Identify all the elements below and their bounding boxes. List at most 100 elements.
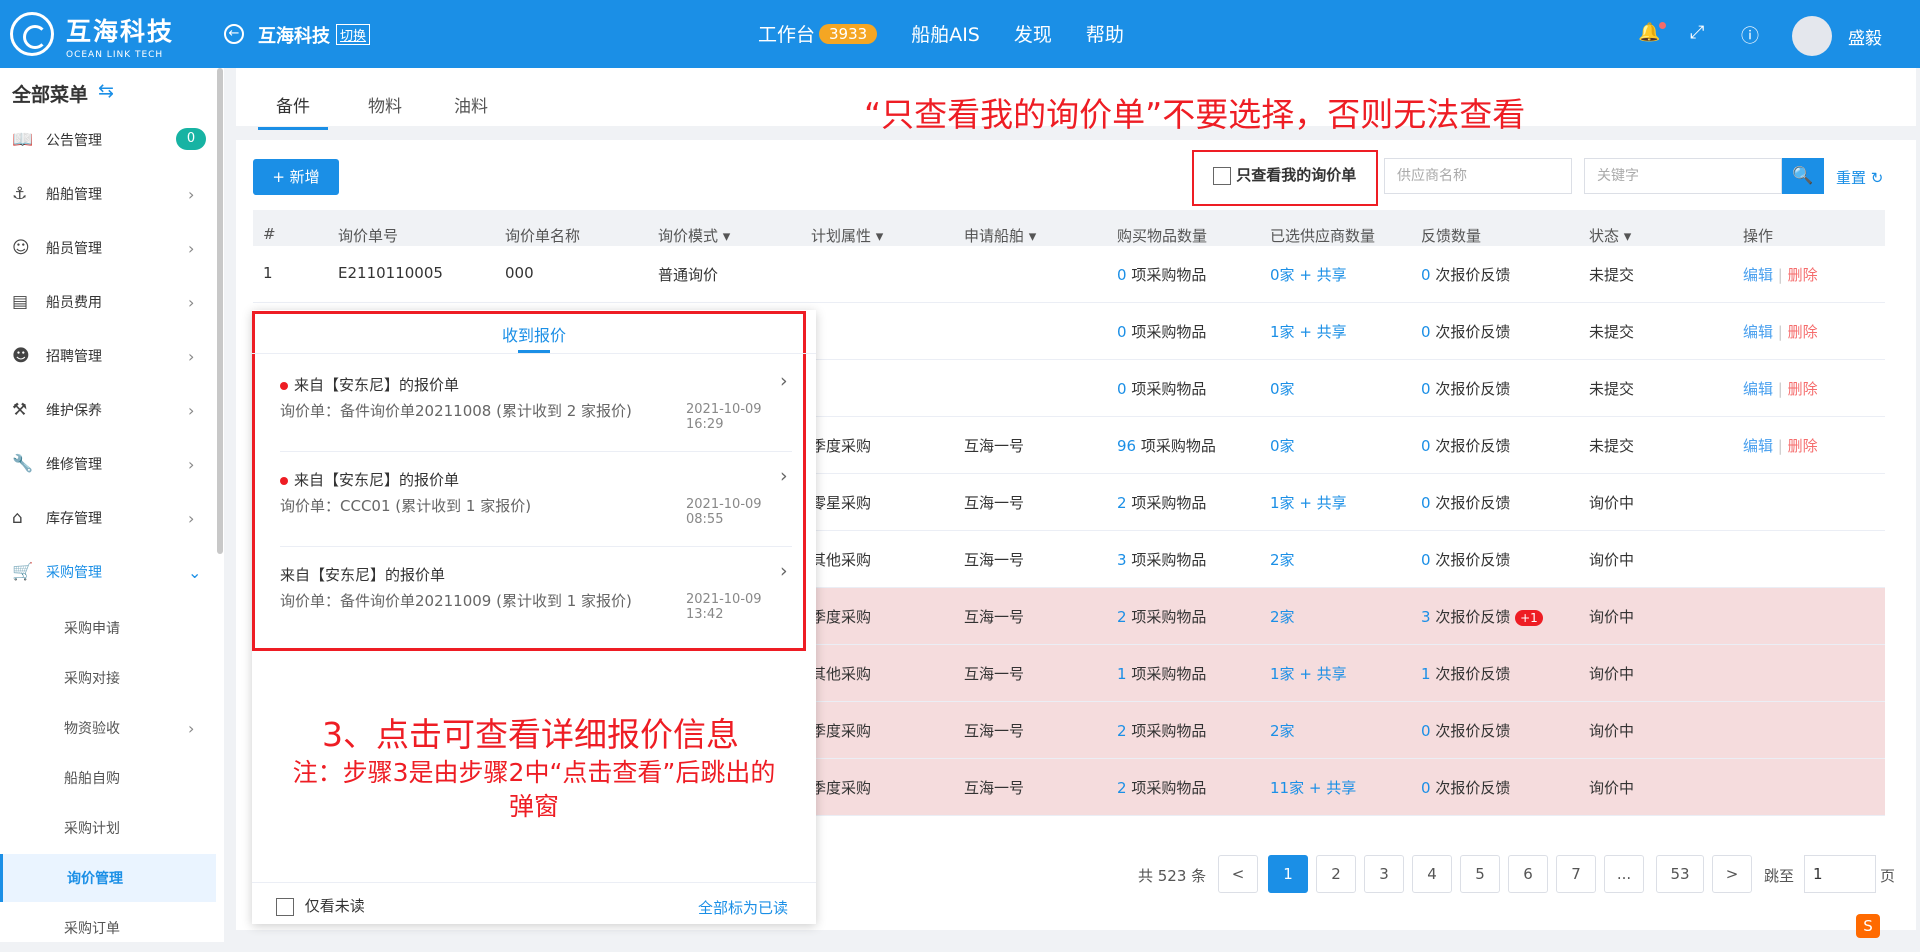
bell-icon[interactable]: 🔔 xyxy=(1638,22,1660,43)
sidebar-item-inventory[interactable]: ⌂ 库存管理 › xyxy=(0,498,216,538)
sidebar-sub-purchase-docking[interactable]: 采购对接 xyxy=(0,654,216,702)
delete-link[interactable]: 删除 xyxy=(1788,323,1818,341)
page-button[interactable]: 4 xyxy=(1412,855,1452,893)
item-count[interactable]: 2 项采购物品 xyxy=(1117,777,1206,798)
header-mode[interactable]: 询价模式 ▾ xyxy=(658,225,730,246)
search-button[interactable]: 🔍 xyxy=(1782,158,1824,194)
item-count[interactable]: 96 项采购物品 xyxy=(1117,435,1216,456)
edit-link[interactable]: 编辑 xyxy=(1743,437,1773,455)
sidebar-sub-purchase-request[interactable]: 采购申请 xyxy=(0,604,216,652)
feedback-count[interactable]: 0 次报价反馈 xyxy=(1421,321,1510,342)
feedback-count[interactable]: 0 次报价反馈 xyxy=(1421,720,1510,741)
supplier-count[interactable]: 11家 + 共享 xyxy=(1270,777,1356,798)
supplier-count[interactable]: 1家 + 共享 xyxy=(1270,663,1347,684)
supplier-count[interactable]: 0家 xyxy=(1270,378,1295,399)
page-button[interactable]: 6 xyxy=(1508,855,1548,893)
supplier-count[interactable]: 2家 xyxy=(1270,549,1295,570)
item-count[interactable]: 2 项采购物品 xyxy=(1117,720,1206,741)
page-ellipsis[interactable]: ... xyxy=(1604,855,1644,893)
edit-link[interactable]: 编辑 xyxy=(1743,323,1773,341)
supplier-name-input[interactable]: 供应商名称 xyxy=(1384,158,1572,194)
sidebar-item-announcement[interactable]: 📖 公告管理 0 xyxy=(0,120,216,160)
swap-icon[interactable]: ⇆ xyxy=(98,80,114,102)
header-ship[interactable]: 申请船舶 ▾ xyxy=(964,225,1036,246)
fullscreen-icon[interactable]: ⤢ xyxy=(1690,22,1704,43)
sidebar-item-repair[interactable]: 🔧 维修管理 › xyxy=(0,444,216,484)
item-count[interactable]: 0 项采购物品 xyxy=(1117,264,1206,285)
supplier-count[interactable]: 2家 xyxy=(1270,606,1295,627)
reset-button[interactable]: 重置 ↻ xyxy=(1836,167,1883,188)
popup-title[interactable]: 收到报价 xyxy=(252,322,816,346)
feedback-count[interactable]: 0 次报价反馈 xyxy=(1421,435,1510,456)
delete-link[interactable]: 删除 xyxy=(1788,380,1818,398)
delete-link[interactable]: 删除 xyxy=(1788,437,1818,455)
tab-oil[interactable]: 油料 xyxy=(454,92,488,117)
item-count[interactable]: 1 项采购物品 xyxy=(1117,663,1206,684)
edit-link[interactable]: 编辑 xyxy=(1743,266,1773,284)
nav-discover[interactable]: 发现 xyxy=(1014,20,1052,47)
supplier-count[interactable]: 0家 xyxy=(1270,435,1295,456)
edit-link[interactable]: 编辑 xyxy=(1743,380,1773,398)
feedback-count[interactable]: 0 次报价反馈 xyxy=(1421,549,1510,570)
goto-page-input[interactable]: 1 xyxy=(1804,855,1876,893)
feedback-count[interactable]: 0 次报价反馈 xyxy=(1421,264,1510,285)
sidebar-item-maintenance[interactable]: ⚒ 维护保养 › xyxy=(0,390,216,430)
header-status[interactable]: 状态 ▾ xyxy=(1589,225,1631,246)
avatar[interactable] xyxy=(1792,16,1832,56)
sidebar-item-crew[interactable]: ☺ 船员管理 › xyxy=(0,228,216,268)
help-icon[interactable]: ⓘ xyxy=(1741,22,1759,48)
prev-page-button[interactable]: < xyxy=(1218,855,1258,893)
quote-message[interactable]: 来自【安东尼】的报价单 › 询价单：备件询价单20211009 (累计收到 1 … xyxy=(280,548,792,642)
keyword-input[interactable]: 关键字 xyxy=(1584,158,1782,194)
feedback-count[interactable]: 1 次报价反馈 xyxy=(1421,663,1510,684)
page-button[interactable]: 53 xyxy=(1656,855,1704,893)
table-row[interactable]: 1 E2110110005 000 普通询价 0 项采购物品 0家 + 共享 0 次报价反馈… xyxy=(253,246,1885,303)
sidebar-item-crew-cost[interactable]: ▤ 船员费用 › xyxy=(0,282,216,322)
header-plan[interactable]: 计划属性 ▾ xyxy=(811,225,883,246)
tab-materials[interactable]: 物料 xyxy=(368,92,402,117)
feedback-count[interactable]: 0 次报价反馈 xyxy=(1421,378,1510,399)
back-icon[interactable]: ← xyxy=(224,24,244,44)
mark-all-read-link[interactable]: 全部标为已读 xyxy=(698,897,788,918)
sidebar-item-recruit[interactable]: ☻ 招聘管理 › xyxy=(0,336,216,376)
next-page-button[interactable]: > xyxy=(1712,855,1752,893)
nav-workbench[interactable]: 工作台 3933 xyxy=(758,20,878,47)
sidebar-sub-purchase-plan[interactable]: 采购计划 xyxy=(0,804,216,852)
item-count[interactable]: 2 项采购物品 xyxy=(1117,606,1206,627)
switch-company-button[interactable]: 切换 xyxy=(336,24,371,45)
item-count[interactable]: 0 项采购物品 xyxy=(1117,378,1206,399)
sidebar-sub-purchase-order[interactable]: 采购订单 xyxy=(0,904,216,952)
only-unread-checkbox[interactable]: 仅看未读 xyxy=(276,895,365,916)
sidebar-item-purchase[interactable]: 🛒 采购管理 ⌄ xyxy=(0,552,216,592)
sidebar-sub-acceptance[interactable]: 物资验收 › xyxy=(0,704,216,752)
feedback-count[interactable]: 0 次报价反馈 xyxy=(1421,492,1510,513)
sidebar-scrollbar[interactable] xyxy=(217,68,223,554)
feedback-count[interactable]: 0 次报价反馈 xyxy=(1421,777,1510,798)
supplier-count[interactable]: 1家 + 共享 xyxy=(1270,492,1347,513)
add-button[interactable]: + 新增 xyxy=(253,159,339,195)
quote-message[interactable]: 来自【安东尼】的报价单 › 询价单：备件询价单20211008 (累计收到 2 … xyxy=(280,358,792,452)
page-button[interactable]: 1 xyxy=(1268,855,1308,893)
page-button[interactable]: 5 xyxy=(1460,855,1500,893)
input-method-icon[interactable]: S xyxy=(1856,914,1880,938)
sidebar-item-ship[interactable]: ⚓ 船舶管理 › xyxy=(0,174,216,214)
sidebar-sub-self-purchase[interactable]: 船舶自购 xyxy=(0,754,216,802)
supplier-count[interactable]: 0家 + 共享 xyxy=(1270,264,1347,285)
username[interactable]: 盛毅 xyxy=(1848,24,1882,49)
nav-help[interactable]: 帮助 xyxy=(1086,20,1124,47)
tab-spare-parts[interactable]: 备件 xyxy=(258,92,328,130)
page-button[interactable]: 2 xyxy=(1316,855,1356,893)
item-count[interactable]: 0 项采购物品 xyxy=(1117,321,1206,342)
page-button[interactable]: 3 xyxy=(1364,855,1404,893)
sidebar-sub-inquiry[interactable]: 询价管理 xyxy=(0,854,216,902)
delete-link[interactable]: 删除 xyxy=(1788,266,1818,284)
supplier-count[interactable]: 2家 xyxy=(1270,720,1295,741)
item-count[interactable]: 2 项采购物品 xyxy=(1117,492,1206,513)
feedback-count[interactable]: 3 次报价反馈 +1 xyxy=(1421,606,1543,627)
quote-message[interactable]: 来自【安东尼】的报价单 › 询价单：CCC01 (累计收到 1 家报价) 202… xyxy=(280,453,792,547)
nav-ship-ais[interactable]: 船舶AIS xyxy=(911,20,980,47)
item-count[interactable]: 3 项采购物品 xyxy=(1117,549,1206,570)
only-mine-checkbox[interactable]: 只查看我的询价单 xyxy=(1213,164,1356,185)
page-button[interactable]: 7 xyxy=(1556,855,1596,893)
supplier-count[interactable]: 1家 + 共享 xyxy=(1270,321,1347,342)
